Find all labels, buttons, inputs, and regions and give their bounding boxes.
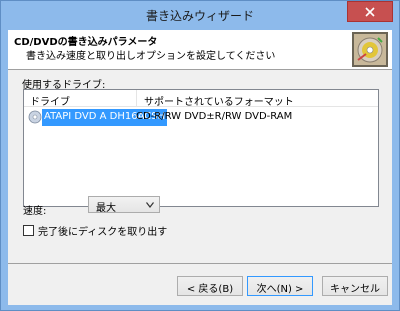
column-divider[interactable] xyxy=(136,90,137,106)
wizard-window: 書き込みウィザード CD/DVDの書き込みパラメータ 書き込み速度と取り出しオプ… xyxy=(0,0,400,311)
cancel-button[interactable]: キャンセル xyxy=(322,276,388,296)
disc-burn-icon xyxy=(352,32,388,67)
close-icon xyxy=(365,6,375,17)
page-title: CD/DVDの書き込みパラメータ xyxy=(14,37,158,48)
chevron-down-icon xyxy=(146,202,154,208)
column-header-drive[interactable]: ドライブ xyxy=(30,93,70,108)
speed-value: 最大 xyxy=(96,203,116,214)
speed-select[interactable]: 最大 xyxy=(88,196,160,214)
drive-list[interactable]: ドライブ サポートされているフォーマット ATAPI DVD A DH16ACS… xyxy=(23,89,379,207)
eject-option[interactable]: 完了後にディスクを取り出す xyxy=(23,223,167,238)
eject-checkbox[interactable] xyxy=(23,225,34,236)
back-button[interactable]: < 戻る(B) xyxy=(177,276,243,296)
page-subtitle: 書き込み速度と取り出しオプションを設定してください xyxy=(26,51,276,62)
disc-drive-icon xyxy=(28,110,42,124)
drive-formats: CD-R/RW DVD±R/RW DVD-RAM xyxy=(136,111,293,122)
column-header-formats[interactable]: サポートされているフォーマット xyxy=(144,93,294,108)
footer-divider xyxy=(8,263,392,264)
speed-label: 速度: xyxy=(23,206,47,217)
close-button[interactable] xyxy=(347,1,393,22)
wizard-body: CD/DVDの書き込みパラメータ 書き込み速度と取り出しオプションを設定してくだ… xyxy=(8,30,392,305)
next-button[interactable]: 次へ(N) > xyxy=(247,276,313,296)
drive-row[interactable]: ATAPI DVD A DH16ACSH CD-R/RW DVD±R/RW DV… xyxy=(24,109,378,126)
title-bar[interactable]: 書き込みウィザード xyxy=(1,1,399,30)
window-title: 書き込みウィザード xyxy=(145,9,254,23)
eject-label: 完了後にディスクを取り出す xyxy=(38,227,168,238)
wizard-header: CD/DVDの書き込みパラメータ 書き込み速度と取り出しオプションを設定してくだ… xyxy=(8,30,392,70)
list-header: ドライブ サポートされているフォーマット xyxy=(24,90,378,108)
